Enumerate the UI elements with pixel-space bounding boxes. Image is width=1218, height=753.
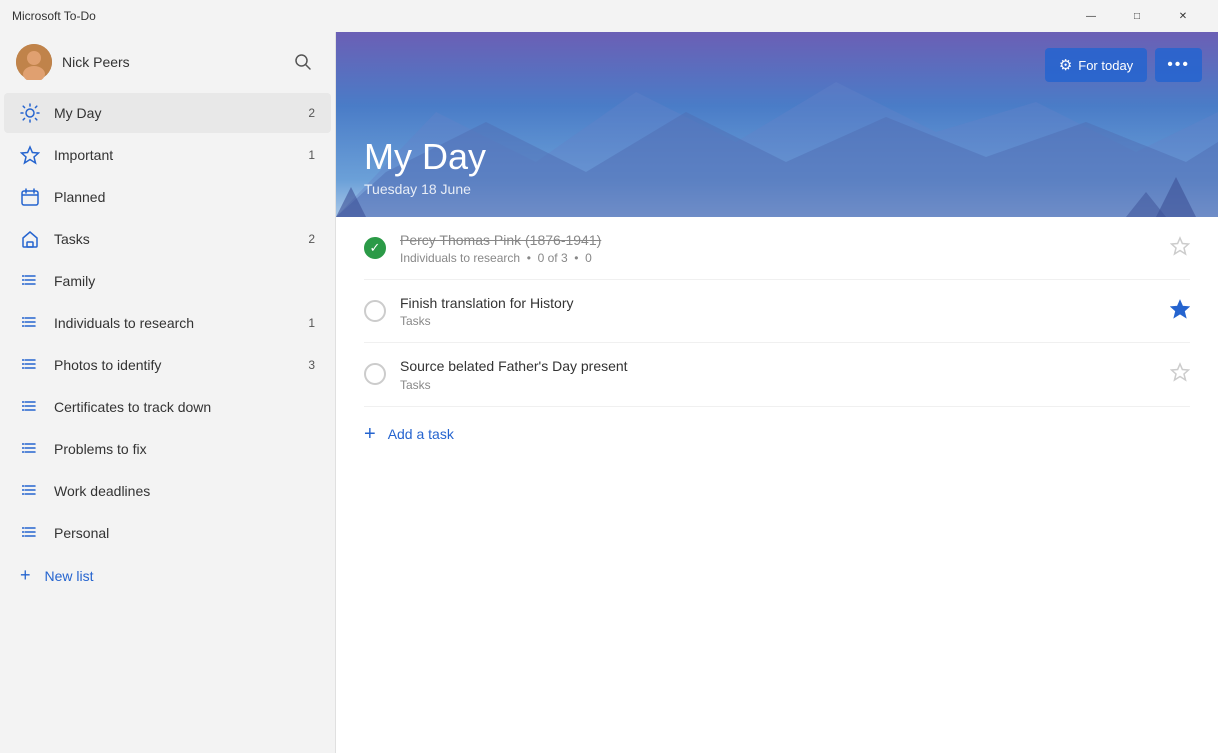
new-list-label: New list	[45, 568, 94, 584]
task-meta-3: Tasks	[400, 378, 1156, 392]
task-title-3: Source belated Father's Day present	[400, 357, 1156, 375]
sidebar-item-individuals-label: Individuals to research	[54, 315, 294, 331]
add-task-label: Add a task	[388, 426, 454, 442]
sidebar-item-work[interactable]: Work deadlines	[4, 471, 331, 511]
task-star-3[interactable]	[1170, 362, 1190, 387]
list-icon-certificates	[20, 397, 40, 417]
new-list-button[interactable]: + New list	[4, 555, 331, 596]
sidebar-item-individuals-badge: 1	[308, 316, 315, 330]
sidebar-item-individuals[interactable]: Individuals to research 1	[4, 303, 331, 343]
task-title-1: Percy Thomas Pink (1876-1941)	[400, 231, 1156, 249]
task-meta-2: Tasks	[400, 314, 1156, 328]
close-button[interactable]: ✕	[1160, 0, 1206, 32]
sidebar-item-tasks-badge: 2	[295, 232, 315, 246]
list-icon-individuals	[20, 313, 40, 333]
task-title-2: Finish translation for History	[400, 294, 1156, 312]
task-info-2: Finish translation for History Tasks	[400, 294, 1156, 328]
more-options-button[interactable]: •••	[1155, 48, 1202, 82]
plus-icon: +	[20, 565, 31, 586]
username-label: Nick Peers	[62, 54, 277, 70]
task-meta-1: Individuals to research • 0 of 3 • 0	[400, 251, 1156, 265]
gear-icon: ⚙	[1059, 56, 1072, 74]
task-check-1[interactable]: ✓	[364, 237, 386, 259]
list-icon-personal	[20, 523, 40, 543]
more-dots-label: •••	[1167, 56, 1190, 73]
sidebar-item-photos-badge: 3	[308, 358, 315, 372]
sidebar-item-family-label: Family	[54, 273, 301, 289]
add-task-plus-icon: +	[364, 423, 376, 446]
sidebar-item-photos[interactable]: Photos to identify 3	[4, 345, 331, 385]
sidebar-item-my-day[interactable]: My Day 2	[4, 93, 331, 133]
sidebar-item-problems-label: Problems to fix	[54, 441, 301, 457]
hero-header: ⚙ For today ••• My Day Tuesday 18 June	[336, 32, 1218, 217]
task-check-3[interactable]	[364, 363, 386, 385]
list-icon-work	[20, 481, 40, 501]
sidebar-item-tasks[interactable]: Tasks 2	[4, 219, 331, 259]
window-controls: — □ ✕	[1068, 0, 1206, 32]
page-title: My Day	[364, 137, 1190, 177]
calendar-icon	[20, 187, 40, 207]
sidebar-item-important-badge: 1	[295, 148, 315, 162]
sidebar-item-my-day-label: My Day	[54, 105, 281, 121]
home-icon	[20, 229, 40, 249]
sidebar-item-my-day-badge: 2	[295, 106, 315, 120]
task-row[interactable]: ✓ Percy Thomas Pink (1876-1941) Individu…	[364, 217, 1190, 280]
maximize-button[interactable]: □	[1114, 0, 1160, 32]
minimize-button[interactable]: —	[1068, 0, 1114, 32]
task-row[interactable]: Finish translation for History Tasks	[364, 280, 1190, 343]
sidebar-header: Nick Peers	[0, 32, 335, 92]
sidebar-item-certificates-label: Certificates to track down	[54, 399, 301, 415]
task-check-2[interactable]	[364, 300, 386, 322]
task-row[interactable]: Source belated Father's Day present Task…	[364, 343, 1190, 406]
sidebar: Nick Peers	[0, 32, 336, 753]
sidebar-item-tasks-label: Tasks	[54, 231, 281, 247]
tasks-area: ✓ Percy Thomas Pink (1876-1941) Individu…	[336, 217, 1218, 753]
sidebar-item-problems[interactable]: Problems to fix	[4, 429, 331, 469]
task-info-3: Source belated Father's Day present Task…	[400, 357, 1156, 391]
sidebar-item-photos-label: Photos to identify	[54, 357, 294, 373]
sidebar-item-planned[interactable]: Planned	[4, 177, 331, 217]
main-content: ⚙ For today ••• My Day Tuesday 18 June ✓…	[336, 32, 1218, 753]
task-star-2[interactable]	[1170, 299, 1190, 324]
list-icon-problems	[20, 439, 40, 459]
add-task-row[interactable]: + Add a task	[364, 407, 1190, 462]
search-button[interactable]	[287, 46, 319, 78]
sun-icon	[20, 103, 40, 123]
hero-actions: ⚙ For today •••	[1045, 48, 1202, 82]
app-body: Nick Peers	[0, 32, 1218, 753]
avatar	[16, 44, 52, 80]
app-title: Microsoft To-Do	[12, 9, 1068, 23]
for-today-button[interactable]: ⚙ For today	[1045, 48, 1147, 82]
sidebar-item-personal-label: Personal	[54, 525, 301, 541]
star-outline-icon	[20, 145, 40, 165]
list-icon-photos	[20, 355, 40, 375]
titlebar: Microsoft To-Do — □ ✕	[0, 0, 1218, 32]
sidebar-item-certificates[interactable]: Certificates to track down	[4, 387, 331, 427]
list-icon-family	[20, 271, 40, 291]
for-today-label: For today	[1078, 58, 1133, 73]
sidebar-item-work-label: Work deadlines	[54, 483, 301, 499]
sidebar-item-family[interactable]: Family	[4, 261, 331, 301]
sidebar-item-planned-label: Planned	[54, 189, 281, 205]
page-subtitle: Tuesday 18 June	[364, 181, 1190, 197]
task-info-1: Percy Thomas Pink (1876-1941) Individual…	[400, 231, 1156, 265]
sidebar-item-important-label: Important	[54, 147, 281, 163]
sidebar-item-important[interactable]: Important 1	[4, 135, 331, 175]
sidebar-item-personal[interactable]: Personal	[4, 513, 331, 553]
task-star-1[interactable]	[1170, 236, 1190, 261]
